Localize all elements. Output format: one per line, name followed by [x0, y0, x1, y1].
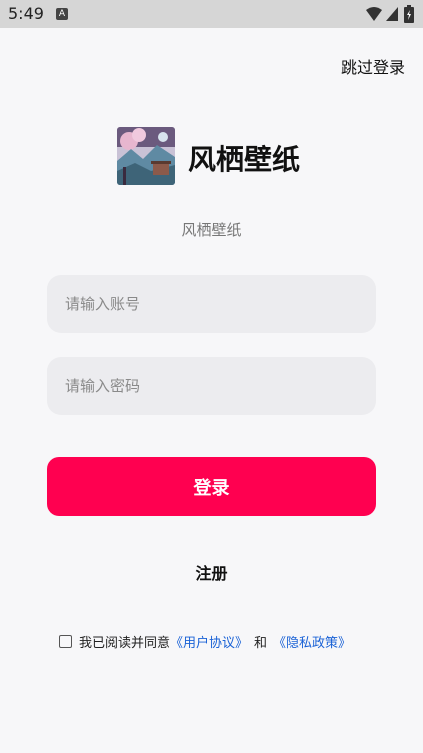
- skip-login-button[interactable]: 跳过登录: [341, 54, 405, 78]
- agreement-text: 我已阅读并同意: [79, 635, 171, 651]
- wifi-icon: [366, 7, 382, 21]
- status-time: 5:49: [8, 4, 44, 23]
- register-button[interactable]: 注册: [0, 560, 423, 584]
- battery-icon: [404, 5, 414, 23]
- signal-icon: [386, 7, 398, 21]
- status-bar: 5:49 A: [0, 0, 423, 28]
- agreement-row: 我已阅读并同意 《用户协议》 和 《隐私政策》: [59, 632, 351, 651]
- agreement-checkbox[interactable]: [59, 634, 72, 648]
- notification-icon: A: [56, 8, 68, 20]
- password-input[interactable]: [47, 357, 376, 415]
- privacy-policy-link[interactable]: 《隐私政策》: [273, 632, 351, 651]
- app-name: 风栖壁纸: [188, 143, 301, 176]
- app-logo: [117, 127, 175, 185]
- account-input[interactable]: [47, 275, 376, 333]
- login-button[interactable]: 登录: [47, 457, 376, 516]
- user-agreement-link[interactable]: 《用户协议》: [170, 632, 248, 651]
- agreement-and: 和: [254, 635, 268, 651]
- app-subtitle: 风栖壁纸: [181, 221, 242, 239]
